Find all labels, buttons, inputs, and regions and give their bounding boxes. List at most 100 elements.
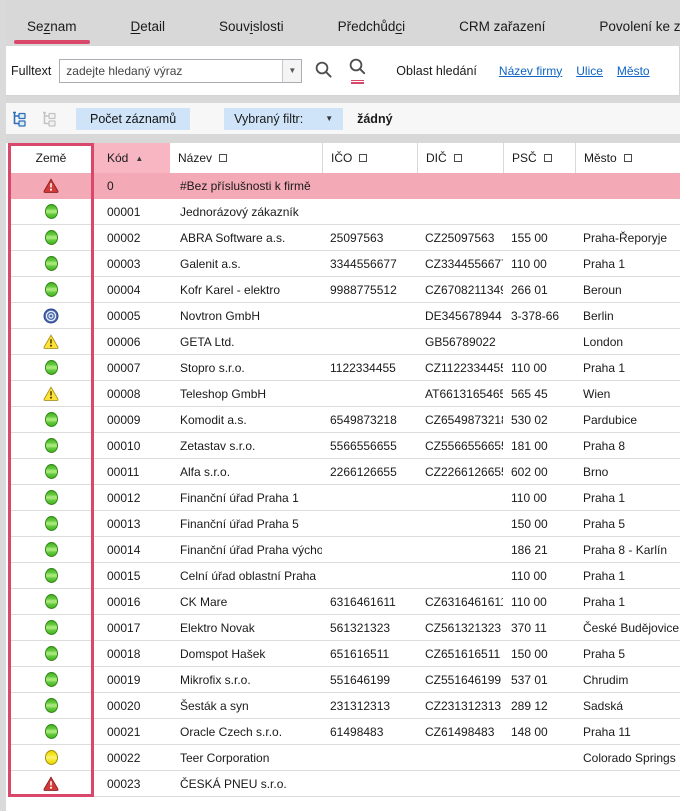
search-button[interactable] bbox=[310, 58, 336, 84]
country-status-cell bbox=[8, 568, 94, 584]
table-row[interactable]: 00020Šesták a syn231312313CZ231312313289… bbox=[8, 693, 680, 719]
search-highlight-button[interactable] bbox=[344, 58, 370, 84]
green-ball-icon bbox=[43, 412, 59, 428]
green-ball-icon bbox=[43, 256, 59, 272]
record-count-button[interactable]: Počet záznamů bbox=[76, 108, 190, 130]
cell-psc: 565 45 bbox=[503, 387, 575, 401]
table-row[interactable]: 00010Zetastav s.r.o.5566556655CZ55665566… bbox=[8, 433, 680, 459]
green-ball-icon bbox=[43, 464, 59, 480]
green-ball-icon bbox=[43, 542, 59, 558]
column-header-label: Země bbox=[36, 151, 67, 165]
cell-mesto: Praha 5 bbox=[575, 517, 680, 531]
window-left-edge bbox=[0, 0, 6, 811]
cell-nazev: Elektro Novak bbox=[170, 621, 322, 635]
cell-psc: 602 00 bbox=[503, 465, 575, 479]
country-status-cell bbox=[8, 386, 94, 402]
table-row[interactable]: 00018Domspot Hašek651616511CZ65161651115… bbox=[8, 641, 680, 667]
green-ball-icon bbox=[43, 620, 59, 636]
red-underline-marks bbox=[351, 79, 364, 84]
table-row[interactable]: 00017Elektro Novak561321323CZ56132132337… bbox=[8, 615, 680, 641]
cell-dic: CZ61498483 bbox=[417, 725, 503, 739]
country-status-cell bbox=[8, 490, 94, 506]
cell-mesto: Wien bbox=[575, 387, 680, 401]
cell-mesto: London bbox=[575, 335, 680, 349]
table-row[interactable]: 00011Alfa s.r.o.2266126655CZ226612665560… bbox=[8, 459, 680, 485]
table-row[interactable]: 00005Novtron GmbHDE3456789443-378-66Berl… bbox=[8, 303, 680, 329]
table-row[interactable]: 00014Finanční úřad Praha východ186 21Pra… bbox=[8, 537, 680, 563]
table-row[interactable]: 00003Galenit a.s.3344556677CZ33445566771… bbox=[8, 251, 680, 277]
cell-nazev: Komodit a.s. bbox=[170, 413, 322, 427]
table-row[interactable]: 00006GETA Ltd.GB56789022London bbox=[8, 329, 680, 355]
country-status-cell bbox=[8, 334, 94, 350]
tab-povolen-ke-zpracov-r[interactable]: Povolení ke zpracovár bbox=[572, 6, 680, 46]
table-row[interactable]: 00008Teleshop GmbHAT6613165465565 45Wien bbox=[8, 381, 680, 407]
combo-dropdown-button[interactable]: ▼ bbox=[282, 60, 301, 82]
column-header-ico[interactable]: IČO bbox=[322, 143, 417, 173]
scope-link-ulice[interactable]: Ulice bbox=[576, 64, 603, 78]
country-status-cell bbox=[8, 542, 94, 558]
green-ball-icon bbox=[43, 204, 59, 220]
cell-kod: 00010 bbox=[94, 439, 170, 453]
tab-seznam[interactable]: Seznam bbox=[0, 6, 104, 46]
table-row[interactable]: 0#Bez příslušnosti k firmě bbox=[8, 173, 680, 199]
tree-collapse-icon bbox=[38, 110, 58, 128]
cell-nazev: Teleshop GmbH bbox=[170, 387, 322, 401]
country-status-cell bbox=[8, 282, 94, 298]
cell-psc: 266 01 bbox=[503, 283, 575, 297]
search-scope-label: Oblast hledání bbox=[396, 64, 477, 78]
cell-nazev: Zetastav s.r.o. bbox=[170, 439, 322, 453]
cell-nazev: Teer Corporation bbox=[170, 751, 322, 765]
table-row[interactable]: 00015Celní úřad oblastní Praha110 00Prah… bbox=[8, 563, 680, 589]
tab-p-edch-dci[interactable]: Předchůdci bbox=[311, 6, 433, 46]
cell-nazev: ABRA Software a.s. bbox=[170, 231, 322, 245]
tab-souvislosti[interactable]: Souvislosti bbox=[192, 6, 311, 46]
fulltext-label: Fulltext bbox=[11, 64, 51, 78]
column-header-psc[interactable]: PSČ bbox=[503, 143, 575, 173]
table-row[interactable]: 00022Teer CorporationColorado Springs bbox=[8, 745, 680, 771]
table-row[interactable]: 00002ABRA Software a.s.25097563CZ2509756… bbox=[8, 225, 680, 251]
table-row[interactable]: 00013Finanční úřad Praha 5150 00Praha 5 bbox=[8, 511, 680, 537]
tab-detail[interactable]: Detail bbox=[104, 6, 193, 46]
column-header-dic[interactable]: DIČ bbox=[417, 143, 503, 173]
table-row[interactable]: 00016CK Mare6316461611CZ6316461611110 00… bbox=[8, 589, 680, 615]
column-header-kod[interactable]: Kód▲ bbox=[94, 143, 170, 173]
table-header: Země Kód▲NázevIČODIČPSČ Město bbox=[8, 143, 680, 173]
table-row[interactable]: 00019Mikrofix s.r.o.551646199CZ551646199… bbox=[8, 667, 680, 693]
cell-mesto: České Budějovice bbox=[575, 621, 680, 635]
green-ball-icon bbox=[43, 360, 59, 376]
tab-label: Předchůdci bbox=[338, 19, 406, 34]
table-row[interactable]: 00004Kofr Karel - elektro9988775512CZ670… bbox=[8, 277, 680, 303]
sort-ascending-icon: ▲ bbox=[135, 154, 143, 163]
cell-nazev: Stopro s.r.o. bbox=[170, 361, 322, 375]
search-input[interactable] bbox=[60, 60, 282, 82]
cell-ico: 231312313 bbox=[322, 699, 417, 713]
scope-link-m-sto[interactable]: Město bbox=[617, 64, 650, 78]
table-row[interactable]: 00021Oracle Czech s.r.o.61498483CZ614984… bbox=[8, 719, 680, 745]
cell-dic: CZ3344556677 bbox=[417, 257, 503, 271]
cell-dic: CZ651616511 bbox=[417, 647, 503, 661]
search-underline-icon bbox=[348, 58, 367, 78]
tab-crm-za-azen[interactable]: CRM zařazení bbox=[432, 6, 572, 46]
scope-link-n-zev-firmy[interactable]: Název firmy bbox=[499, 64, 562, 78]
cell-dic: CZ5566556655 bbox=[417, 439, 503, 453]
cell-psc: 537 01 bbox=[503, 673, 575, 687]
cell-ico: 651616511 bbox=[322, 647, 417, 661]
cell-kod: 00005 bbox=[94, 309, 170, 323]
column-header-zeme[interactable]: Země bbox=[8, 143, 94, 173]
cell-psc: 110 00 bbox=[503, 361, 575, 375]
column-header-label: Město bbox=[584, 151, 617, 165]
table-row[interactable]: 00009Komodit a.s.6549873218CZ65498732185… bbox=[8, 407, 680, 433]
table-row[interactable]: 00001Jednorázový zákazník bbox=[8, 199, 680, 225]
table-row[interactable]: 00007Stopro s.r.o.1122334455CZ1122334455… bbox=[8, 355, 680, 381]
cell-kod: 00004 bbox=[94, 283, 170, 297]
column-header-nazev[interactable]: Název bbox=[170, 143, 322, 173]
green-ball-icon bbox=[43, 672, 59, 688]
sort-box-icon bbox=[624, 154, 632, 162]
green-ball-icon bbox=[43, 594, 59, 610]
tree-view-icon[interactable] bbox=[8, 110, 28, 128]
selected-filter-dropdown[interactable]: Vybraný filtr: ▼ bbox=[224, 108, 343, 130]
table-row[interactable]: 00012Finanční úřad Praha 1110 00Praha 1 bbox=[8, 485, 680, 511]
table-body: 0#Bez příslušnosti k firmě00001Jednorázo… bbox=[8, 173, 680, 797]
table-row[interactable]: 00023ČESKÁ PNEU s.r.o. bbox=[8, 771, 680, 797]
column-header-mesto[interactable]: Město bbox=[575, 143, 680, 173]
